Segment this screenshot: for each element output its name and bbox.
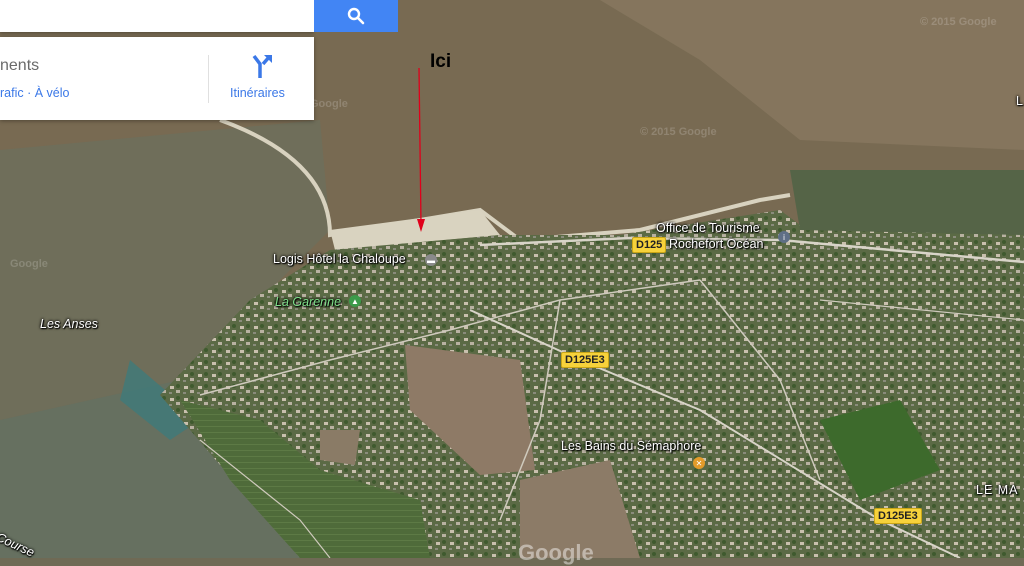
hotel-icon[interactable]: ▬ [425, 254, 437, 266]
map-watermark: Google [10, 258, 48, 270]
map-copyright: © 2015 Google [640, 126, 717, 138]
place-label-anses[interactable]: Les Anses [40, 317, 98, 331]
road-shield-d125: D125 [632, 237, 667, 253]
place-label-bains[interactable]: Les Bains du Sémaphore [561, 439, 701, 453]
search-icon [347, 7, 365, 25]
place-label-garenne[interactable]: La Garenne [275, 295, 341, 309]
search-input[interactable] [0, 0, 314, 32]
place-label-lema: LE MA [976, 483, 1019, 497]
transport-modes-link[interactable]: rafic · À vélo [0, 86, 69, 100]
divider [208, 55, 209, 103]
place-label-edge: L [1016, 94, 1023, 108]
annotation-label: Ici [430, 51, 452, 72]
spa-icon[interactable]: ✕ [693, 457, 705, 469]
directions-icon[interactable] [250, 54, 274, 85]
road-shield-d125e3: D125E3 [874, 508, 922, 524]
place-label-office[interactable]: Office de Tourisme [656, 221, 760, 235]
info-icon[interactable]: i [778, 231, 790, 243]
search-button[interactable] [314, 0, 398, 32]
google-logo: Google [518, 540, 594, 565]
directions-panel: nents rafic · À vélo Itinéraires [0, 37, 314, 120]
panel-title: nents [0, 57, 40, 74]
park-icon[interactable]: ▲ [349, 295, 361, 307]
road-shield-d125e3: D125E3 [561, 352, 609, 368]
map-copyright: © 2015 Google [920, 16, 997, 28]
directions-button[interactable]: Itinéraires [230, 86, 285, 100]
place-label-office-2[interactable]: Rochefort Océan [669, 237, 764, 251]
place-label-hotel[interactable]: Logis Hôtel la Chaloupe [273, 252, 406, 266]
map-watermark: Google [310, 98, 348, 110]
